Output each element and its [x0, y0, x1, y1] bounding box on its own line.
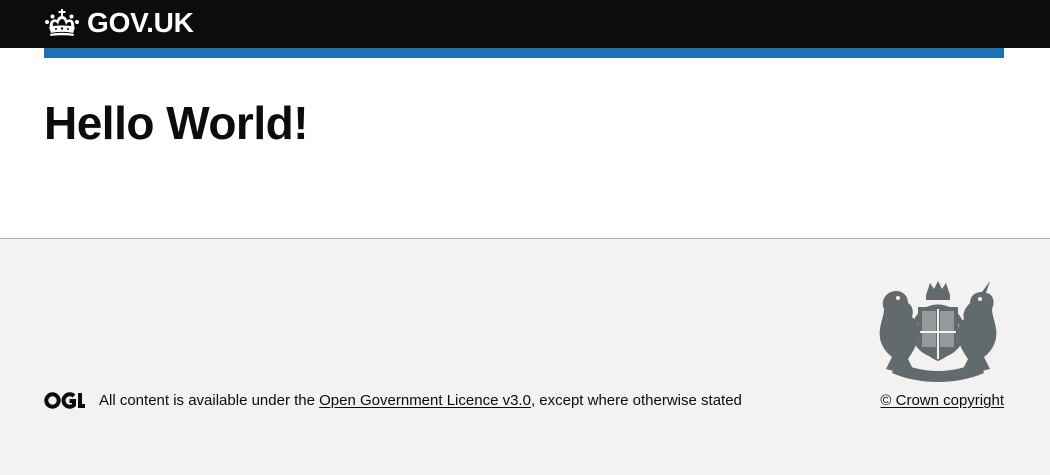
licence-prefix: All content is available under the — [99, 392, 320, 409]
open-government-licence-link[interactable]: Open Government Licence v3.0 — [319, 392, 531, 409]
site-header: GOV.UK — [0, 0, 1050, 48]
ogl-logo-icon — [44, 392, 85, 409]
site-footer: All content is available under the Open … — [0, 238, 1050, 475]
crown-copyright-link[interactable]: © Crown copyright — [880, 390, 1004, 412]
header-accent-bar — [44, 48, 1004, 58]
page-title: Hello World! — [44, 97, 309, 149]
govuk-logotype: GOV.UK — [87, 7, 194, 38]
crown-icon — [45, 9, 79, 36]
licence-suffix: , except where otherwise stated — [530, 392, 742, 409]
licence-message: All content is available under the Open … — [99, 390, 742, 412]
royal-coat-of-arms-icon — [879, 281, 997, 382]
govuk-home-link[interactable]: GOV.UK — [44, 6, 194, 40]
